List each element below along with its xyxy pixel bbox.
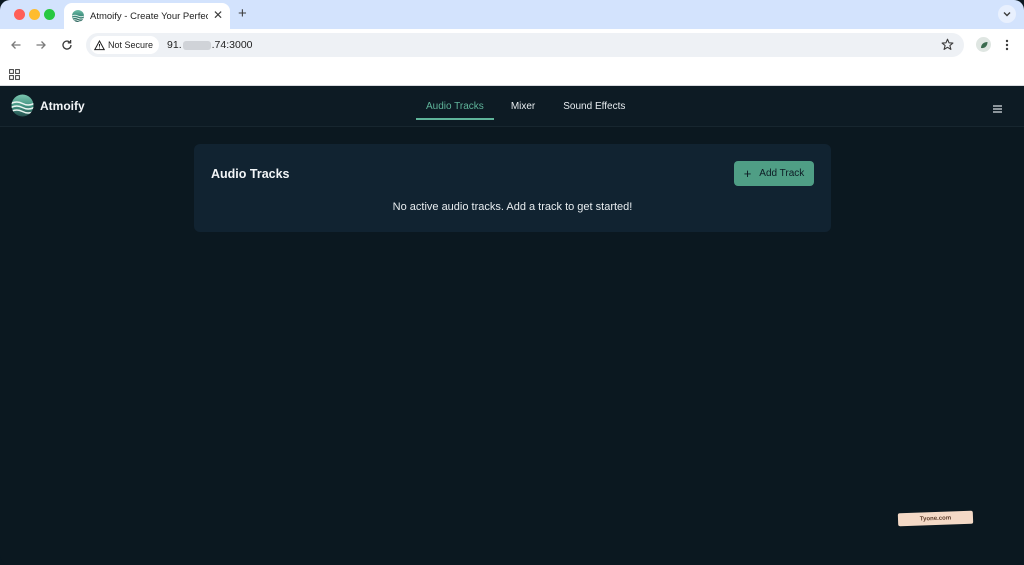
- new-tab-icon[interactable]: +: [238, 6, 247, 21]
- browser-tab-active[interactable]: Atmoify - Create Your Perfect ✕: [64, 3, 230, 29]
- arrow-left-icon: [11, 41, 21, 49]
- reload-icon: [62, 40, 72, 50]
- chevron-down-icon: [1003, 12, 1011, 17]
- minimize-window-button[interactable]: [29, 9, 40, 20]
- url-redacted: [182, 40, 211, 50]
- watermark-text: Tyone.com: [919, 514, 952, 523]
- browser-toolbar: Not Secure 91. .74:3000: [0, 29, 1024, 61]
- app-viewport: Atmoify Audio Tracks Mixer Sound Effects…: [0, 86, 1024, 565]
- watermark: Tyone.com: [897, 510, 974, 527]
- arrow-right-icon: [36, 41, 46, 49]
- app-header: Atmoify Audio Tracks Mixer Sound Effects: [0, 86, 1024, 127]
- security-indicator[interactable]: Not Secure: [90, 36, 160, 54]
- address-bar[interactable]: Not Secure 91. .74:3000: [86, 33, 964, 57]
- bookmarks-bar: [0, 61, 1024, 86]
- browser-menu-icon[interactable]: [1004, 38, 1010, 57]
- plus-icon: +: [743, 166, 752, 181]
- empty-state-message: No active audio tracks. Add a track to g…: [392, 201, 633, 213]
- reload-button[interactable]: [59, 37, 75, 53]
- maximize-window-button[interactable]: [44, 9, 55, 20]
- atmoify-logo-icon: [11, 94, 34, 117]
- tab-close-icon[interactable]: ✕: [213, 9, 223, 21]
- warning-icon: [94, 39, 105, 50]
- tab-search-button[interactable]: [998, 5, 1016, 23]
- security-label: Not Secure: [108, 40, 154, 50]
- brand[interactable]: Atmoify: [11, 94, 85, 117]
- tab-sound-effects[interactable]: Sound Effects: [549, 86, 635, 127]
- tab-strip: Atmoify - Create Your Perfect ✕ +: [0, 0, 1024, 29]
- extension-leaf-icon[interactable]: [976, 37, 991, 52]
- add-track-label: Add Track: [759, 168, 805, 179]
- browser-window: Atmoify - Create Your Perfect ✕ + Not Se…: [0, 0, 1024, 565]
- tab-audio-tracks[interactable]: Audio Tracks: [416, 86, 494, 127]
- url-text: 91. .74:3000: [167, 39, 252, 51]
- url-suffix: .74:3000: [211, 39, 253, 51]
- tab-title: Atmoify - Create Your Perfect: [90, 10, 208, 22]
- audio-tracks-panel: Audio Tracks + Add Track No active audio…: [194, 144, 831, 232]
- add-track-button[interactable]: + Add Track: [734, 161, 814, 186]
- close-window-button[interactable]: [14, 9, 25, 20]
- forward-button[interactable]: [33, 37, 49, 53]
- brand-name: Atmoify: [40, 98, 85, 113]
- url-prefix: 91.: [167, 39, 182, 51]
- back-button[interactable]: [8, 37, 24, 53]
- tab-mixer[interactable]: Mixer: [494, 86, 549, 127]
- hamburger-menu-icon[interactable]: [992, 101, 1003, 119]
- atmoify-favicon-icon: [72, 10, 84, 22]
- bookmark-star-icon[interactable]: [941, 38, 954, 56]
- main-nav: Audio Tracks Mixer Sound Effects: [416, 86, 635, 127]
- apps-grid-icon[interactable]: [9, 67, 20, 85]
- panel-title: Audio Tracks: [211, 167, 290, 181]
